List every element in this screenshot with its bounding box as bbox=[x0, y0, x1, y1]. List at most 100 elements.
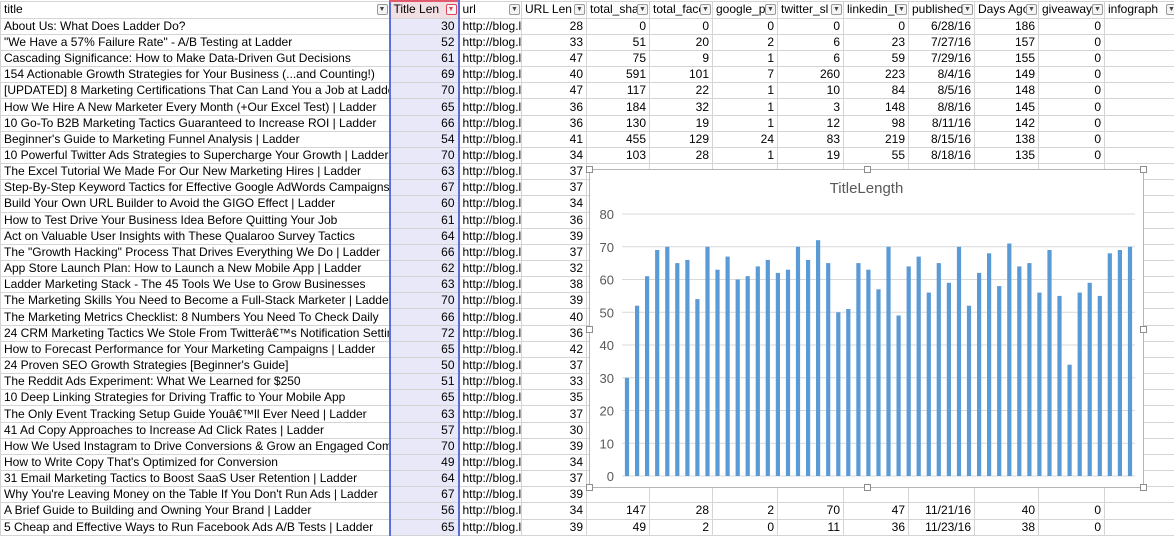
chart-bar[interactable] bbox=[856, 263, 861, 476]
table-cell[interactable]: 0 bbox=[1038, 66, 1105, 84]
table-cell[interactable]: http://blog.la bbox=[458, 146, 522, 165]
chart-bar[interactable] bbox=[1017, 266, 1022, 476]
table-cell[interactable]: 147 bbox=[586, 502, 650, 520]
table-cell[interactable]: 47 bbox=[521, 82, 587, 100]
table-cell[interactable]: 52 bbox=[388, 33, 460, 51]
table-cell[interactable]: 219 bbox=[843, 130, 909, 148]
table-cell[interactable]: 0 bbox=[1038, 146, 1105, 165]
chart-bar[interactable] bbox=[695, 299, 700, 476]
column-header[interactable]: Title Len ▼ bbox=[388, 0, 460, 19]
table-cell[interactable]: 39 bbox=[521, 292, 587, 310]
chart-bar[interactable] bbox=[836, 312, 841, 477]
table-cell[interactable]: 117 bbox=[586, 82, 650, 100]
table-cell[interactable]: 10 Powerful Twitter Ads Strategies to Su… bbox=[0, 146, 390, 165]
chart-bar[interactable] bbox=[645, 276, 650, 476]
chart-bar[interactable] bbox=[1037, 292, 1042, 476]
chart-bar[interactable] bbox=[1107, 253, 1112, 476]
table-cell[interactable]: 66 bbox=[388, 114, 460, 132]
table-cell[interactable]: 41 bbox=[521, 130, 587, 148]
table-cell[interactable]: 39 bbox=[521, 486, 587, 504]
column-header[interactable]: published ▼ bbox=[908, 0, 975, 19]
table-cell[interactable]: 24 Proven SEO Growth Strategies [Beginne… bbox=[0, 356, 390, 375]
table-cell[interactable] bbox=[1104, 66, 1174, 84]
table-cell[interactable]: 20 bbox=[649, 33, 713, 51]
table-cell[interactable]: 8/5/16 bbox=[908, 82, 975, 100]
chart-bar[interactable] bbox=[755, 266, 760, 476]
chart-bar[interactable] bbox=[1087, 282, 1092, 476]
table-cell[interactable]: http://blog.la bbox=[458, 324, 522, 342]
table-cell[interactable]: http://blog.la bbox=[458, 82, 522, 100]
table-cell[interactable]: 12 bbox=[777, 114, 844, 132]
table-cell[interactable]: How to Write Copy That's Optimized for C… bbox=[0, 453, 390, 472]
table-cell[interactable]: 47 bbox=[521, 49, 587, 68]
filter-dropdown-icon[interactable]: ▼ bbox=[574, 3, 585, 15]
column-header[interactable]: total_face ▼ bbox=[649, 0, 713, 19]
table-cell[interactable]: 56 bbox=[388, 502, 460, 520]
table-cell[interactable]: 65 bbox=[388, 98, 460, 116]
table-cell[interactable]: http://blog.la bbox=[458, 292, 522, 310]
table-cell[interactable]: 37 bbox=[521, 163, 587, 181]
table-cell[interactable]: http://blog.la bbox=[458, 437, 522, 455]
table-cell[interactable]: 8/8/16 bbox=[908, 98, 975, 116]
table-cell[interactable]: 63 bbox=[388, 405, 460, 423]
table-cell[interactable]: 28 bbox=[649, 502, 713, 520]
table-cell[interactable]: 61 bbox=[388, 49, 460, 68]
filter-dropdown-icon[interactable]: ▼ bbox=[765, 3, 776, 15]
table-cell[interactable]: 54 bbox=[388, 130, 460, 148]
chart-bar[interactable] bbox=[775, 272, 780, 476]
chart-bar[interactable] bbox=[1127, 246, 1133, 477]
table-cell[interactable]: http://blog.la bbox=[458, 421, 522, 439]
table-cell[interactable]: 155 bbox=[974, 49, 1039, 68]
chart-bar[interactable] bbox=[785, 269, 791, 476]
table-cell[interactable]: 41 Ad Copy Approaches to Increase Ad Cli… bbox=[0, 421, 390, 439]
chart-bar[interactable] bbox=[655, 250, 660, 476]
table-cell[interactable] bbox=[1104, 17, 1174, 35]
filter-dropdown-icon[interactable]: ▼ bbox=[1166, 3, 1174, 15]
table-cell[interactable]: http://blog.la bbox=[458, 114, 522, 132]
chart-bar[interactable] bbox=[715, 269, 720, 476]
table-cell[interactable]: 0 bbox=[1038, 98, 1105, 116]
table-cell[interactable]: How to Forecast Performance for Your Mar… bbox=[0, 340, 390, 358]
table-cell[interactable]: 31 Email Marketing Tactics to Boost SaaS… bbox=[0, 470, 390, 488]
table-cell[interactable]: 42 bbox=[521, 340, 587, 358]
chart-bar[interactable] bbox=[946, 282, 951, 476]
column-header[interactable]: linkedin_l ▼ bbox=[843, 0, 909, 19]
table-cell[interactable]: 37 bbox=[521, 405, 587, 423]
table-cell[interactable]: 98 bbox=[843, 114, 909, 132]
table-cell[interactable]: 33 bbox=[521, 33, 587, 51]
chart-bar[interactable] bbox=[765, 259, 770, 476]
chart-bar[interactable] bbox=[1097, 295, 1102, 476]
table-cell[interactable] bbox=[1104, 82, 1174, 100]
table-cell[interactable]: http://blog.la bbox=[458, 66, 522, 84]
table-cell[interactable]: 50 bbox=[388, 356, 460, 375]
chart-bar[interactable] bbox=[1007, 243, 1012, 477]
table-cell[interactable]: 0 bbox=[1038, 82, 1105, 100]
table-cell[interactable]: 157 bbox=[974, 33, 1039, 51]
table-cell[interactable]: 28 bbox=[521, 17, 587, 35]
chart-bar[interactable] bbox=[806, 259, 811, 476]
column-header[interactable]: url ▼ bbox=[458, 0, 522, 19]
chart-bar[interactable] bbox=[816, 240, 821, 476]
table-cell[interactable]: http://blog.la bbox=[458, 163, 522, 181]
table-cell[interactable]: 65 bbox=[388, 518, 460, 536]
table-cell[interactable] bbox=[777, 486, 844, 504]
table-cell[interactable]: http://blog.la bbox=[458, 130, 522, 148]
chart-bar[interactable] bbox=[624, 377, 630, 477]
table-cell[interactable]: Step-By-Step Keyword Tactics for Effecti… bbox=[0, 179, 390, 197]
chart-bar[interactable] bbox=[725, 256, 730, 476]
table-cell[interactable]: 37 bbox=[521, 356, 587, 375]
table-cell[interactable]: 0 bbox=[1038, 502, 1105, 520]
table-cell[interactable]: 70 bbox=[388, 437, 460, 455]
table-cell[interactable]: 32 bbox=[521, 260, 587, 278]
table-cell[interactable]: 22 bbox=[649, 82, 713, 100]
table-cell[interactable]: 138 bbox=[974, 130, 1039, 148]
chart-bar[interactable] bbox=[795, 246, 801, 477]
chart-bar[interactable] bbox=[735, 279, 740, 477]
table-cell[interactable]: Cascading Significance: How to Make Data… bbox=[0, 49, 390, 68]
table-cell[interactable]: 60 bbox=[388, 195, 460, 213]
table-cell[interactable]: 36 bbox=[521, 211, 587, 229]
chart-bar[interactable] bbox=[977, 272, 982, 476]
table-cell[interactable]: 9 bbox=[649, 49, 713, 68]
column-header[interactable]: total_sha ▼ bbox=[586, 0, 650, 19]
table-cell[interactable]: 10 bbox=[777, 82, 844, 100]
